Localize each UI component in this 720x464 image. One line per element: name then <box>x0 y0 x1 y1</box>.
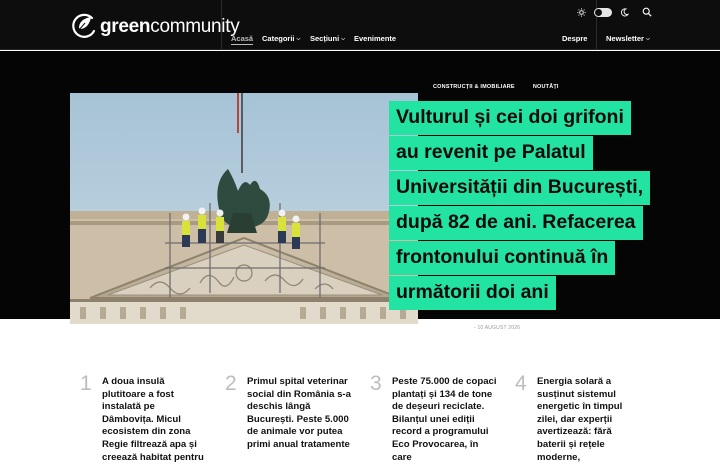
story-title[interactable]: Peste 75.000 de copaci plantați și 134 d… <box>392 376 498 464</box>
nav-item-evenimente[interactable]: Evenimente <box>354 34 396 43</box>
headline-line: Vulturul și cei doi grifoni <box>389 101 631 135</box>
nav-item-categorii[interactable]: Categorii ⌵ <box>262 34 300 43</box>
story-title[interactable]: Energia solară a susținut sistemul energ… <box>537 376 643 464</box>
article-date: - 10 AUGUST 2026 <box>474 325 521 331</box>
search-icon[interactable] <box>642 7 652 17</box>
story-number: 4 <box>515 372 527 395</box>
featured-article: CONSTRUCȚII & IMOBILIARE NOUTĂȚI Vulturu… <box>0 51 720 324</box>
nav-item-acasa[interactable]: Acasă <box>231 34 254 45</box>
header-tools <box>577 7 652 17</box>
headline-line: după 82 de ani. Refacerea <box>389 206 643 240</box>
main-nav: Acasă Categorii ⌵ Secțiuni ⌵ Evenimente De… <box>0 27 720 51</box>
nav-item-newsletter[interactable]: Newsletter ⌵ <box>606 34 650 43</box>
featured-headline[interactable]: Vulturul și cei doi grifoni au revenit p… <box>389 101 689 311</box>
story-title[interactable]: A doua insulă plutitoare a fost instalat… <box>102 376 208 464</box>
headline-line: frontonului continuă în <box>389 241 616 275</box>
theme-toggle[interactable] <box>594 7 612 17</box>
chevron-down-icon: ⌵ <box>645 36 650 42</box>
chevron-down-icon: ⌵ <box>341 36 345 42</box>
nav-item-sectiuni[interactable]: Secțiuni ⌵ <box>310 34 345 43</box>
headline-line: au revenit pe Palatul <box>389 136 593 170</box>
headline-line: Universității din București, <box>389 171 651 205</box>
chevron-down-icon: ⌵ <box>296 36 301 42</box>
article-tags: CONSTRUCȚII & IMOBILIARE NOUTĂȚI <box>433 84 559 90</box>
sun-icon[interactable] <box>577 7 586 17</box>
category-tag[interactable]: CONSTRUCȚII & IMOBILIARE <box>433 84 515 90</box>
story-number: 1 <box>80 372 92 395</box>
category-tag[interactable]: NOUTĂȚI <box>533 84 559 90</box>
site-header: greencommunity Acasă Categorii ⌵ Secțiuni… <box>0 0 720 50</box>
story-title[interactable]: Primul spital veterinar social din Român… <box>247 376 353 452</box>
story-number: 2 <box>225 372 237 395</box>
headline-line: următorii doi ani <box>389 276 556 310</box>
nav-item-despre[interactable]: Despre <box>562 34 587 43</box>
featured-image[interactable] <box>70 93 418 324</box>
story-number: 3 <box>370 372 382 395</box>
moon-icon[interactable] <box>620 7 629 17</box>
